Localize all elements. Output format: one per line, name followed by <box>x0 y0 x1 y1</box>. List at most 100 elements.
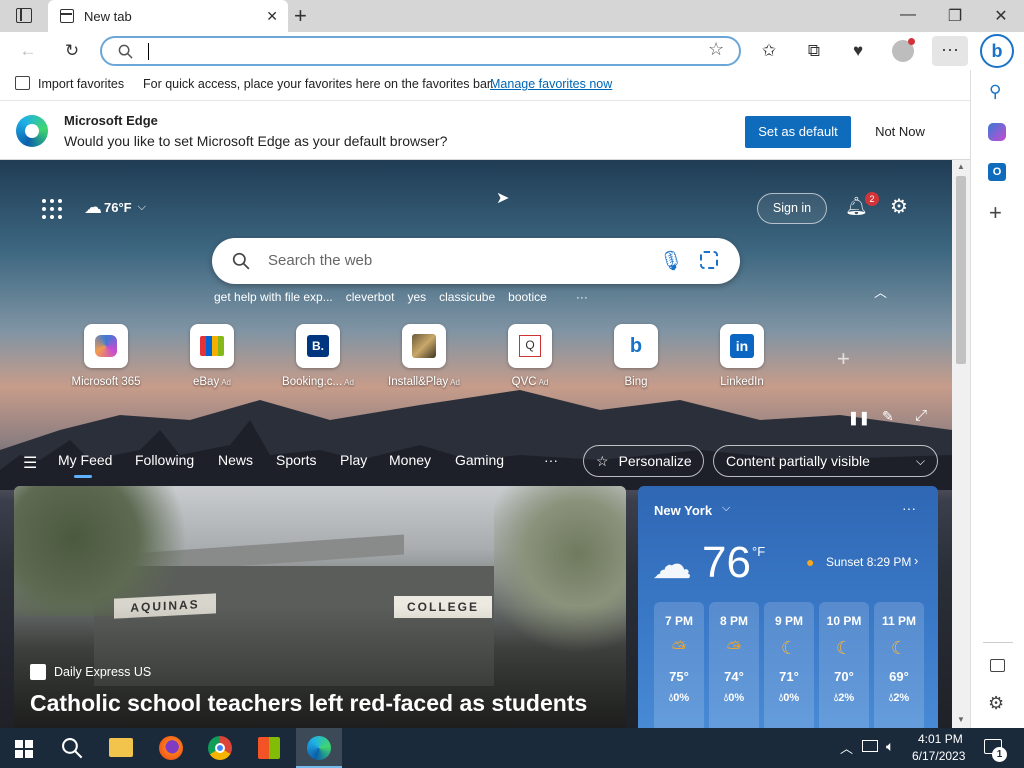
nav-following[interactable]: Following <box>135 452 194 468</box>
sidebar-toggle-icon[interactable] <box>990 659 1005 672</box>
nav-gaming[interactable]: Gaming <box>455 452 504 468</box>
scroll-down-arrow[interactable]: ▼ <box>957 715 965 724</box>
nav-money[interactable]: Money <box>389 452 431 468</box>
collections-button[interactable]: ⧉ <box>803 40 825 62</box>
network-icon[interactable] <box>862 740 878 752</box>
favorites-button[interactable]: ✩ <box>758 40 780 62</box>
back-button[interactable]: ← <box>17 40 39 62</box>
suggestion-item[interactable]: yes <box>407 290 426 304</box>
search-input[interactable]: Search the web <box>268 252 372 269</box>
weather-city[interactable]: New York <box>654 503 712 518</box>
notifications-badge: 2 <box>865 192 879 206</box>
sidebar-settings-icon[interactable]: ⚙ <box>988 693 1004 714</box>
manage-favorites-link[interactable]: Manage favorites now <box>490 77 612 91</box>
profile-avatar[interactable] <box>892 38 915 62</box>
default-browser-infobar: Microsoft Edge Would you like to set Mic… <box>0 100 970 160</box>
file-explorer-icon[interactable] <box>109 738 133 757</box>
suggestion-item[interactable]: classicube <box>439 290 495 304</box>
collapse-chevron-icon[interactable]: ︿ <box>874 282 887 301</box>
shortcut-linkedin[interactable]: in LinkedIn <box>697 324 787 388</box>
settings-more-button[interactable]: ··· <box>932 36 968 66</box>
web-search-box[interactable]: Search the web 🎙︎ <box>212 238 740 284</box>
tab-actions-icon[interactable] <box>16 8 32 23</box>
restore-button[interactable]: ❐ <box>940 6 970 26</box>
feed-menu-icon[interactable]: ☰ <box>23 453 37 473</box>
chevron-down-icon: ⌵ <box>137 200 146 213</box>
minimize-button[interactable]: — <box>893 6 923 24</box>
firefox-icon[interactable] <box>159 736 183 760</box>
close-tab-icon[interactable]: ✕ <box>266 8 278 25</box>
news-article-card[interactable]: AQUINAS COLLEGE Daily Express US Catholi… <box>14 486 626 728</box>
shortcut-install-play[interactable]: Install&Play Ad <box>379 324 469 388</box>
shortcut-booking[interactable]: B. Booking.c... Ad <box>273 324 363 388</box>
tab-new-tab[interactable]: New tab ✕ <box>48 0 288 32</box>
suggestion-item[interactable]: bootice <box>508 290 547 304</box>
scrollbar-thumb[interactable] <box>956 176 966 364</box>
clock-date[interactable]: 6/17/2023 <box>912 749 965 763</box>
chrome-icon[interactable] <box>208 736 232 760</box>
scroll-up-arrow[interactable]: ▲ <box>957 162 965 171</box>
add-shortcut-button[interactable]: + <box>837 346 850 372</box>
apps-launcher-icon[interactable] <box>42 199 62 219</box>
nav-play[interactable]: Play <box>340 452 367 468</box>
not-now-button[interactable]: Not Now <box>855 116 945 148</box>
page-settings-gear-icon[interactable]: ⚙ <box>890 194 908 219</box>
weather-chip[interactable]: ☁ 76°F ⌵ <box>84 196 146 218</box>
address-input[interactable] <box>148 43 150 60</box>
sidebar-outlook-icon[interactable]: O <box>988 163 1006 181</box>
sign-in-button[interactable]: Sign in <box>757 193 827 224</box>
expand-background-icon[interactable]: ⤢ <box>915 407 927 424</box>
sidebar-office-icon[interactable] <box>988 123 1006 141</box>
pause-background-icon[interactable]: ❚❚ <box>848 410 870 426</box>
weather-more-button[interactable]: ··· <box>902 500 916 516</box>
new-tab-button[interactable]: + <box>294 3 307 29</box>
shortcut-microsoft-365[interactable]: Microsoft 365 <box>61 324 151 388</box>
edge-taskbar-icon <box>307 736 331 760</box>
nav-news[interactable]: News <box>218 452 253 468</box>
set-as-default-button[interactable]: Set as default <box>745 116 851 148</box>
nav-sports[interactable]: Sports <box>276 452 316 468</box>
search-suggestions: get help with file exp... cleverbot yes … <box>214 290 588 304</box>
import-favorites-button[interactable]: Import favorites <box>38 77 124 91</box>
refresh-button[interactable]: ↻ <box>61 40 83 62</box>
personalize-button[interactable]: ☆ Personalize <box>583 445 704 477</box>
visual-search-icon[interactable] <box>700 251 718 269</box>
sidebar-add-icon[interactable]: + <box>989 200 1002 226</box>
weather-chip-temp: 76°F <box>104 199 132 215</box>
article-headline[interactable]: Catholic school teachers left red-faced … <box>30 690 587 717</box>
voice-search-icon[interactable]: 🎙︎ <box>659 249 683 273</box>
more-suggestions-button[interactable]: ··· <box>576 290 588 304</box>
nav-my-feed[interactable]: My Feed <box>58 452 112 468</box>
nav-more-button[interactable]: ··· <box>544 452 558 468</box>
windows-taskbar: ︿ 🔈︎ 4:01 PM 6/17/2023 1 <box>0 728 1024 768</box>
personalize-label: Personalize <box>618 453 692 469</box>
cloudy-moon-icon: ☾ <box>835 638 853 658</box>
taskbar-edge-active[interactable] <box>296 728 342 768</box>
shortcut-ebay[interactable]: eBay Ad <box>167 324 257 388</box>
taskbar-search-icon[interactable] <box>61 737 83 759</box>
address-bar[interactable]: ☆ <box>100 36 741 66</box>
performance-button[interactable]: ♥ <box>847 40 869 62</box>
volume-muted-icon[interactable]: 🔈︎ <box>886 738 894 755</box>
clock-time[interactable]: 4:01 PM <box>918 732 963 746</box>
close-window-button[interactable]: ✕ <box>986 6 1016 26</box>
page-scrollbar[interactable]: ▲ ▼ <box>952 160 970 728</box>
city-chevron-icon[interactable]: ⌵ <box>722 502 730 515</box>
suggestion-item[interactable]: get help with file exp... <box>214 290 333 304</box>
bing-copilot-button[interactable]: b <box>980 34 1014 68</box>
background-info-icon[interactable]: ✎ <box>882 408 894 425</box>
favorite-star-icon[interactable]: ☆ <box>708 39 724 60</box>
sidebar-search-icon[interactable]: ⚲ <box>989 82 1001 102</box>
import-favorites-icon <box>15 76 30 90</box>
shortcut-bing[interactable]: b Bing <box>591 324 681 388</box>
infobar-title: Microsoft Edge <box>64 113 158 128</box>
article-source: Daily Express US <box>54 665 152 679</box>
chevron-right-icon[interactable]: › <box>914 553 918 568</box>
content-visibility-dropdown[interactable]: Content partially visible ⌵ <box>713 445 938 477</box>
start-button[interactable] <box>15 740 33 758</box>
show-hidden-icons-chevron[interactable]: ︿ <box>840 738 853 757</box>
shortcut-qvc[interactable]: Q QVC Ad <box>485 324 575 388</box>
shortcut-label: Microsoft 365 <box>71 376 141 388</box>
suggestion-item[interactable]: cleverbot <box>346 290 395 304</box>
microsoft-store-icon[interactable] <box>258 737 280 759</box>
